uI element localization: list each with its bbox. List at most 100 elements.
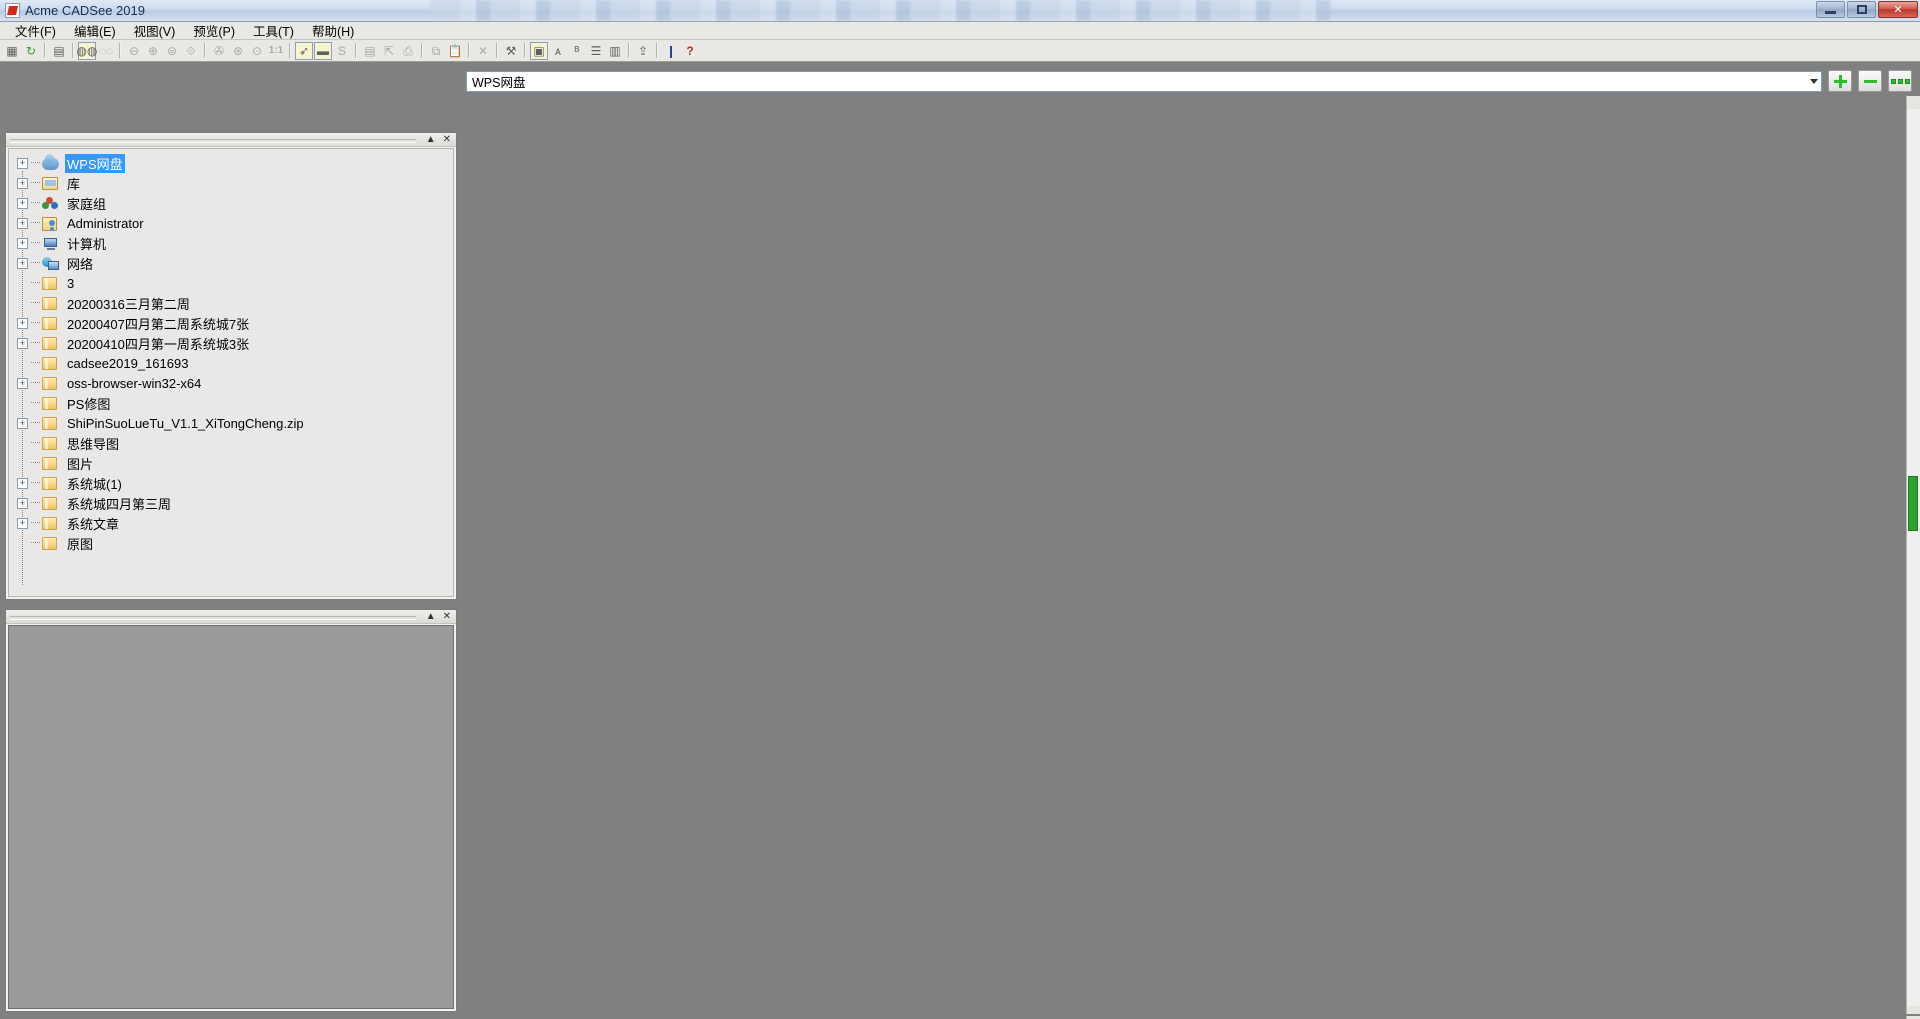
toolbar-view-pair-alt-icon[interactable]: ◌◌	[97, 42, 115, 60]
menu-edit[interactable]: 编辑(E)	[65, 20, 125, 41]
toolbar-refresh-icon[interactable]: ↻	[22, 42, 40, 60]
toolbar-layer-list-icon[interactable]: ☰	[587, 42, 605, 60]
toolbar-delete-icon[interactable]: ✕	[474, 42, 492, 60]
expand-toggle-icon[interactable]: +	[17, 198, 28, 209]
expand-toggle-icon[interactable]: +	[17, 178, 28, 189]
tree-node[interactable]: +系统城四月第三周	[17, 493, 453, 513]
preview-collapse-button[interactable]: ▲	[426, 612, 436, 622]
thumbnail-grid-icon: ▦	[6, 45, 17, 57]
tree-node[interactable]: 3	[17, 273, 453, 293]
tree-node[interactable]: +20200407四月第二周系统城7张	[17, 313, 453, 333]
expand-toggle-icon[interactable]: +	[17, 218, 28, 229]
tree-node[interactable]: +计算机	[17, 233, 453, 253]
toolbar-layout-split-icon[interactable]: ▤	[50, 42, 68, 60]
tree-node[interactable]: +WPS网盘	[17, 153, 453, 173]
toolbar-layer-a-icon[interactable]: ᴀ	[549, 42, 567, 60]
close-button[interactable]: ✕	[1878, 1, 1918, 18]
toolbar-properties-icon[interactable]: ▥	[606, 42, 624, 60]
toolbar-snap-icon[interactable]: S	[333, 42, 351, 60]
toolbar-view-pair-icon[interactable]: ◍◍	[78, 42, 96, 60]
folder-tree[interactable]: +WPS网盘+库+家庭组+Administrator+计算机+网络3202003…	[9, 149, 453, 553]
toolbar-zoom-window-icon[interactable]: ⊙	[248, 42, 266, 60]
toolbar-zoom-all-icon[interactable]: ⊛	[229, 42, 247, 60]
tree-node[interactable]: +库	[17, 173, 453, 193]
expand-toggle-icon[interactable]: +	[17, 378, 28, 389]
expand-toggle-icon[interactable]: +	[17, 258, 28, 269]
preview-surface[interactable]	[8, 625, 454, 1009]
tree-connector	[31, 302, 40, 304]
toolbar-page-setup-icon[interactable]: ⇱	[380, 42, 398, 60]
toolbar-zoom-fit-icon[interactable]: ⊜	[163, 42, 181, 60]
toolbar-info-icon[interactable]: ❙	[662, 42, 680, 60]
toolbar-thumbnail-grid-icon[interactable]: ▦	[3, 42, 21, 60]
tree-node[interactable]: 原图	[17, 533, 453, 553]
menu-tools[interactable]: 工具(T)	[244, 20, 303, 41]
expand-toggle-icon[interactable]: +	[17, 518, 28, 529]
menu-file[interactable]: 文件(F)	[6, 20, 65, 41]
scroll-down-button[interactable]	[1907, 1006, 1920, 1019]
toolbar-print-icon[interactable]: ⎙	[399, 42, 417, 60]
toolbar-paste-icon[interactable]: 📋	[446, 42, 464, 60]
thumbnail-canvas[interactable]	[466, 96, 1920, 1019]
toolbar-zoom-out-icon[interactable]: ⊖	[125, 42, 143, 60]
toolbar-zoom-region-icon[interactable]: ⟐	[182, 42, 200, 60]
scrollbar-thumb[interactable]	[1908, 476, 1918, 531]
tree-node[interactable]: +Administrator	[17, 213, 453, 233]
caption-grip	[10, 616, 416, 620]
tree-node[interactable]: +系统城(1)	[17, 473, 453, 493]
window-controls: ✕	[1816, 1, 1918, 18]
chevron-down-icon[interactable]	[1810, 79, 1818, 84]
toolbar-export-icon[interactable]: ⇪	[634, 42, 652, 60]
expand-toggle-icon[interactable]: +	[17, 478, 28, 489]
zoom-fit-icon: ⊜	[167, 45, 177, 57]
minimize-button[interactable]	[1816, 1, 1845, 18]
expand-toggle-icon[interactable]: +	[17, 158, 28, 169]
toolbar-copy-icon[interactable]: ⧉	[427, 42, 445, 60]
snap-icon: S	[338, 45, 346, 57]
toolbar-layer-b-icon[interactable]: ᴮ	[568, 42, 586, 60]
tree-node[interactable]: 思维导图	[17, 433, 453, 453]
tree-node[interactable]: PS修图	[17, 393, 453, 413]
expand-toggle-icon[interactable]: +	[17, 238, 28, 249]
scroll-up-button[interactable]	[1907, 96, 1920, 109]
toolbar-pan-icon[interactable]: ✇	[210, 42, 228, 60]
folder-tree-collapse-button[interactable]: ▲	[426, 135, 436, 145]
tree-node[interactable]: +网络	[17, 253, 453, 273]
toolbar-color-settings-icon[interactable]: ▣	[530, 42, 548, 60]
expand-toggle-icon[interactable]: +	[17, 418, 28, 429]
more-options-button[interactable]	[1888, 70, 1912, 92]
tree-connector	[31, 362, 40, 364]
address-combo[interactable]: WPS网盘	[466, 71, 1822, 92]
toolbar-zoom-actual-size-icon[interactable]: 1:1	[267, 42, 285, 60]
remove-folder-button[interactable]	[1858, 70, 1882, 92]
toolbar-batch-convert-icon[interactable]: ⚒	[502, 42, 520, 60]
tree-node[interactable]: +ShiPinSuoLueTu_V1.1_XiTongCheng.zip	[17, 413, 453, 433]
layer-b-icon: ᴮ	[575, 45, 580, 57]
layout-split-icon: ▤	[53, 45, 64, 57]
menu-help[interactable]: 帮助(H)	[303, 20, 363, 41]
toolbar-zoom-in-icon[interactable]: ⊕	[144, 42, 162, 60]
tree-node[interactable]: +oss-browser-win32-x64	[17, 373, 453, 393]
canvas-vertical-scrollbar[interactable]	[1906, 96, 1920, 1019]
expand-toggle-icon[interactable]: +	[17, 498, 28, 509]
toolbar-print-preview-icon[interactable]: ▤	[361, 42, 379, 60]
folder-tree-body[interactable]: +WPS网盘+库+家庭组+Administrator+计算机+网络3202003…	[8, 148, 454, 597]
tree-node[interactable]: cadsee2019_161693	[17, 353, 453, 373]
toolbar-ruler-icon[interactable]: ▬	[314, 42, 332, 60]
tree-node[interactable]: +20200410四月第一周系统城3张	[17, 333, 453, 353]
tree-node[interactable]: 图片	[17, 453, 453, 473]
print-preview-icon: ▤	[364, 45, 375, 57]
folder-tree-close-button[interactable]: ✕	[443, 135, 451, 145]
maximize-button[interactable]	[1847, 1, 1876, 18]
tree-node[interactable]: +家庭组	[17, 193, 453, 213]
add-folder-button[interactable]	[1828, 70, 1852, 92]
expand-toggle-icon[interactable]: +	[17, 338, 28, 349]
menu-view[interactable]: 视图(V)	[125, 20, 185, 41]
expand-toggle-icon[interactable]: +	[17, 318, 28, 329]
menu-preview[interactable]: 预览(P)	[184, 20, 244, 41]
preview-close-button[interactable]: ✕	[443, 612, 451, 622]
tree-node[interactable]: +系统文章	[17, 513, 453, 533]
toolbar-measure-icon[interactable]: ➶	[295, 42, 313, 60]
tree-node[interactable]: 20200316三月第二周	[17, 293, 453, 313]
toolbar-help-icon[interactable]: ?	[681, 42, 699, 60]
